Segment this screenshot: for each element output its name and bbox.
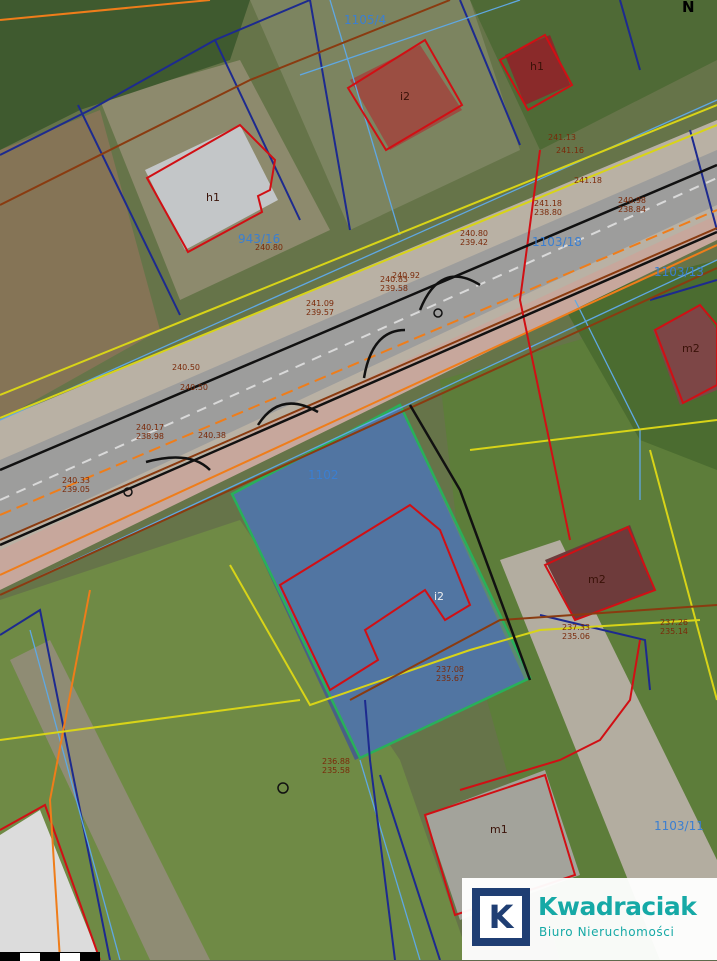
parcel-label-1102: 1102 (308, 468, 339, 482)
building-label: i2 (400, 90, 410, 103)
elevation-label: 237.33 235.06 (562, 623, 590, 641)
building-label: i2 (434, 590, 444, 603)
elevation-label: 240.38 (198, 431, 226, 440)
elevation-label: 240.83 239.58 (380, 275, 408, 293)
elevation-label: 240.80 (255, 243, 283, 252)
parcel-label-1103-11: 1103/11 (654, 819, 704, 833)
elevation-label: 240.17 238.98 (136, 423, 164, 441)
building-label: m2 (588, 573, 606, 586)
elevation-label: 237.26 235.14 (660, 618, 688, 636)
elevation-label: 241.18 238.80 (534, 199, 562, 217)
logo-name: Kwadraciak (538, 892, 697, 921)
elevation-label: 240.50 (172, 363, 200, 372)
elevation-label: 236.88 235.58 (322, 757, 350, 775)
elevation-label: 241.09 239.57 (306, 299, 334, 317)
elevation-label: 240.98 238.84 (618, 196, 646, 214)
building-label: m1 (490, 823, 508, 836)
kwadraciak-logo[interactable]: K Kwadraciak Biuro Nieruchomości (462, 878, 717, 960)
building-label: h1 (206, 191, 220, 204)
logo-mark: K (472, 888, 530, 946)
parcel-label-1103-13: 1103/13 (654, 265, 704, 279)
elevation-label: 240.50 (180, 383, 208, 392)
logo-mark-inner: K (480, 896, 522, 938)
building-label: m2 (682, 342, 700, 355)
elevation-label: 241.13 (548, 133, 576, 142)
elevation-label: 241.16 (556, 146, 584, 155)
elevation-label: 240.33 239.05 (62, 476, 90, 494)
elevation-label: 237.08 235.67 (436, 665, 464, 683)
parcel-label-1103-18: 1103/18 (532, 235, 582, 249)
parcel-label-1105-4: 1105/4 (344, 13, 386, 27)
cadastral-map[interactable]: 1102 943/16 1105/4 1103/18 1103/13 1103/… (0, 0, 717, 960)
logo-k-letter: K (488, 898, 514, 936)
logo-subtitle: Biuro Nieruchomości (539, 925, 675, 939)
elevation-label: 241.18 (574, 176, 602, 185)
north-arrow-label: N (682, 0, 695, 16)
elevation-label: 240.80 239.42 (460, 229, 488, 247)
building-label: h1 (530, 60, 544, 73)
